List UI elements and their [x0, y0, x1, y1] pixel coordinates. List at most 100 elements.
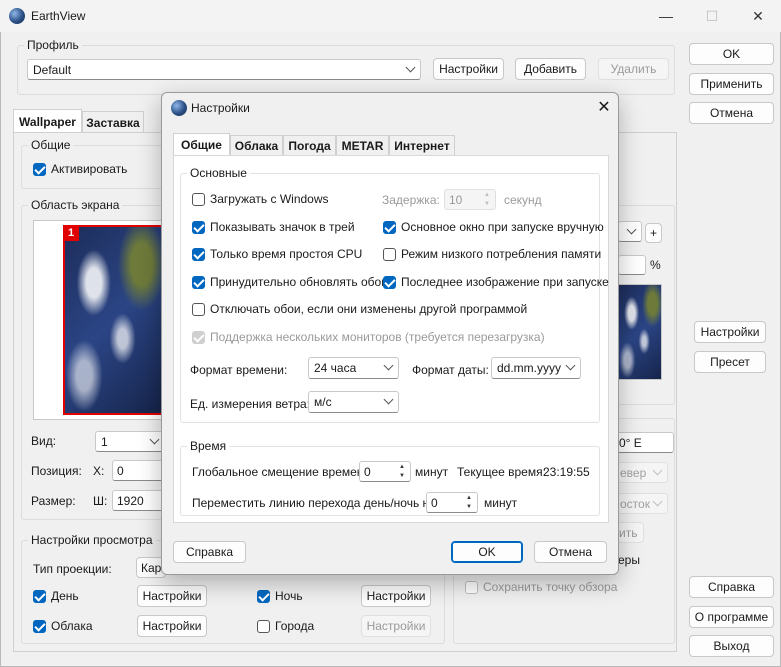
load-windows-checkbox[interactable]: Загружать с Windows	[192, 192, 329, 206]
tab-screensaver[interactable]: Заставка	[82, 111, 144, 133]
delay-spinner[interactable]: ▲ ▼	[480, 191, 494, 208]
clouds-checkbox[interactable]: Облака	[33, 619, 93, 633]
day-label: День	[51, 589, 79, 603]
x-label: X:	[93, 464, 105, 478]
longitude-input[interactable]: 0° E	[614, 432, 674, 453]
last-image-checkbox[interactable]: Последнее изображение при запуске	[383, 275, 609, 289]
time-offset-spinner[interactable]: ▲ ▼	[395, 463, 409, 480]
help-button[interactable]: Справка	[689, 576, 774, 598]
earth-app-icon	[9, 8, 25, 24]
clouds-label: Облака	[51, 619, 93, 633]
main-window-manual-label: Основное окно при запуске вручную	[401, 220, 604, 234]
day-checkbox[interactable]: День	[33, 589, 79, 603]
ok-button[interactable]: OK	[689, 43, 774, 65]
exit-button[interactable]: Выход	[689, 635, 774, 657]
east-select[interactable]: осток	[614, 493, 668, 514]
wind-unit-label: Ед. измерения ветра:	[190, 397, 311, 411]
east-select-value: осток	[620, 496, 650, 511]
add-button[interactable]: +	[645, 223, 662, 243]
wind-unit-select[interactable]: м/с	[308, 391, 399, 413]
checkbox-box	[192, 330, 205, 344]
time-format-label: Формат времени:	[190, 363, 288, 377]
dialog-help-button[interactable]: Справка	[173, 541, 246, 563]
profile-delete-button[interactable]: Удалить	[598, 58, 669, 80]
x-input[interactable]: 0	[112, 460, 165, 481]
spin-down-icon[interactable]: ▼	[462, 503, 476, 512]
cities-checkbox[interactable]: Города	[257, 619, 314, 633]
partial-label: еры	[618, 553, 640, 567]
dialog-close-icon[interactable]: ✕	[592, 95, 616, 119]
tab-internet[interactable]: Интернет	[389, 135, 455, 156]
width-input[interactable]: 1920	[112, 490, 165, 511]
clouds-settings-button[interactable]: Настройки	[137, 615, 207, 637]
settings-dialog: Настройки ✕ Общие Облака Погода METAR Ин…	[161, 92, 619, 575]
current-time-label: Текущее время:	[457, 465, 546, 479]
view-label: Вид:	[31, 434, 57, 448]
multi-monitor-checkbox[interactable]: Поддержка нескольких мониторов (требуетс…	[192, 330, 545, 344]
spin-down-icon[interactable]: ▼	[395, 472, 409, 481]
checkbox-box	[465, 580, 478, 594]
zoom-input[interactable]	[618, 255, 646, 275]
spin-up-icon[interactable]: ▲	[395, 463, 409, 472]
delay-input[interactable]: 10 ▲ ▼	[444, 189, 496, 210]
last-image-label: Последнее изображение при запуске	[401, 275, 609, 289]
activate-label: Активировать	[51, 162, 128, 176]
tab-clouds[interactable]: Облака	[230, 135, 283, 156]
terminator-spinner[interactable]: ▲ ▼	[462, 494, 476, 511]
date-format-select[interactable]: dd.mm.yyyy	[491, 357, 581, 379]
save-viewpoint-checkbox[interactable]: Сохранить точку обзора	[465, 580, 617, 594]
projection-label: Тип проекции:	[33, 562, 112, 576]
activate-checkbox[interactable]: Активировать	[33, 162, 127, 176]
time-format-select[interactable]: 24 часа	[308, 357, 399, 379]
main-window-manual-checkbox[interactable]: Основное окно при запуске вручную	[383, 220, 604, 234]
spin-down-icon[interactable]: ▼	[480, 200, 494, 209]
disable-if-changed-checkbox[interactable]: Отключать обои, если они изменены другой…	[192, 302, 527, 316]
time-format-value: 24 часа	[314, 361, 357, 375]
tab-metar[interactable]: METAR	[336, 135, 389, 156]
night-settings-button[interactable]: Настройки	[361, 585, 431, 607]
cancel-button[interactable]: Отмена	[689, 102, 774, 124]
night-checkbox[interactable]: Ночь	[257, 589, 303, 603]
profile-add-button[interactable]: Добавить	[515, 58, 586, 80]
dialog-tab-panel: Основные Загружать с Windows Задержка: 1…	[173, 155, 609, 523]
maximize-button[interactable]: ☐	[689, 0, 735, 32]
idle-cpu-checkbox[interactable]: Только время простоя CPU	[192, 247, 362, 261]
profile-settings-button[interactable]: Настройки	[433, 58, 504, 80]
screen-preview: 1	[33, 220, 163, 420]
map-settings-button[interactable]: Настройки	[694, 321, 766, 343]
tab-weather[interactable]: Погода	[283, 135, 336, 156]
map-select[interactable]	[618, 221, 642, 242]
width-label: Ш:	[93, 494, 108, 508]
cities-settings-button[interactable]: Настройки	[361, 615, 431, 637]
profile-select[interactable]: Default	[27, 59, 421, 80]
show-tray-checkbox[interactable]: Показывать значок в трей	[192, 220, 355, 234]
view-select[interactable]: 1	[95, 431, 165, 452]
low-memory-checkbox[interactable]: Режим низкого потребления памяти	[383, 247, 601, 261]
time-offset-input[interactable]: 0 ▲ ▼	[359, 461, 411, 482]
force-update-checkbox[interactable]: Принудительно обновлять обои	[192, 275, 388, 289]
wind-unit-value: м/с	[314, 395, 332, 409]
day-settings-button[interactable]: Настройки	[137, 585, 207, 607]
checkbox-box	[33, 589, 46, 603]
preset-button[interactable]: Пресет	[694, 351, 766, 373]
tab-wallpaper[interactable]: Wallpaper	[13, 109, 82, 133]
show-tray-label: Показывать значок в трей	[210, 220, 355, 234]
apply-button[interactable]: Применить	[689, 73, 774, 95]
chevron-down-icon	[652, 465, 663, 475]
spin-up-icon[interactable]: ▲	[480, 191, 494, 200]
time-offset-label: Глобальное смещение времени:	[192, 465, 374, 479]
chevron-down-icon	[565, 360, 576, 371]
cities-label: Города	[275, 619, 315, 633]
about-button[interactable]: О программе	[689, 606, 774, 628]
monitor-preview-image[interactable]	[63, 225, 163, 415]
earth-app-icon	[171, 100, 187, 116]
dialog-ok-button[interactable]: OK	[451, 541, 523, 563]
minimize-button[interactable]: —	[643, 0, 689, 32]
dialog-cancel-button[interactable]: Отмена	[534, 541, 607, 563]
tab-general[interactable]: Общие	[173, 133, 230, 156]
load-windows-label: Загружать с Windows	[210, 192, 329, 206]
terminator-input[interactable]: 0 ▲ ▼	[426, 492, 478, 513]
north-select[interactable]: евер	[614, 462, 668, 483]
close-button[interactable]: ✕	[735, 0, 781, 32]
spin-up-icon[interactable]: ▲	[462, 494, 476, 503]
